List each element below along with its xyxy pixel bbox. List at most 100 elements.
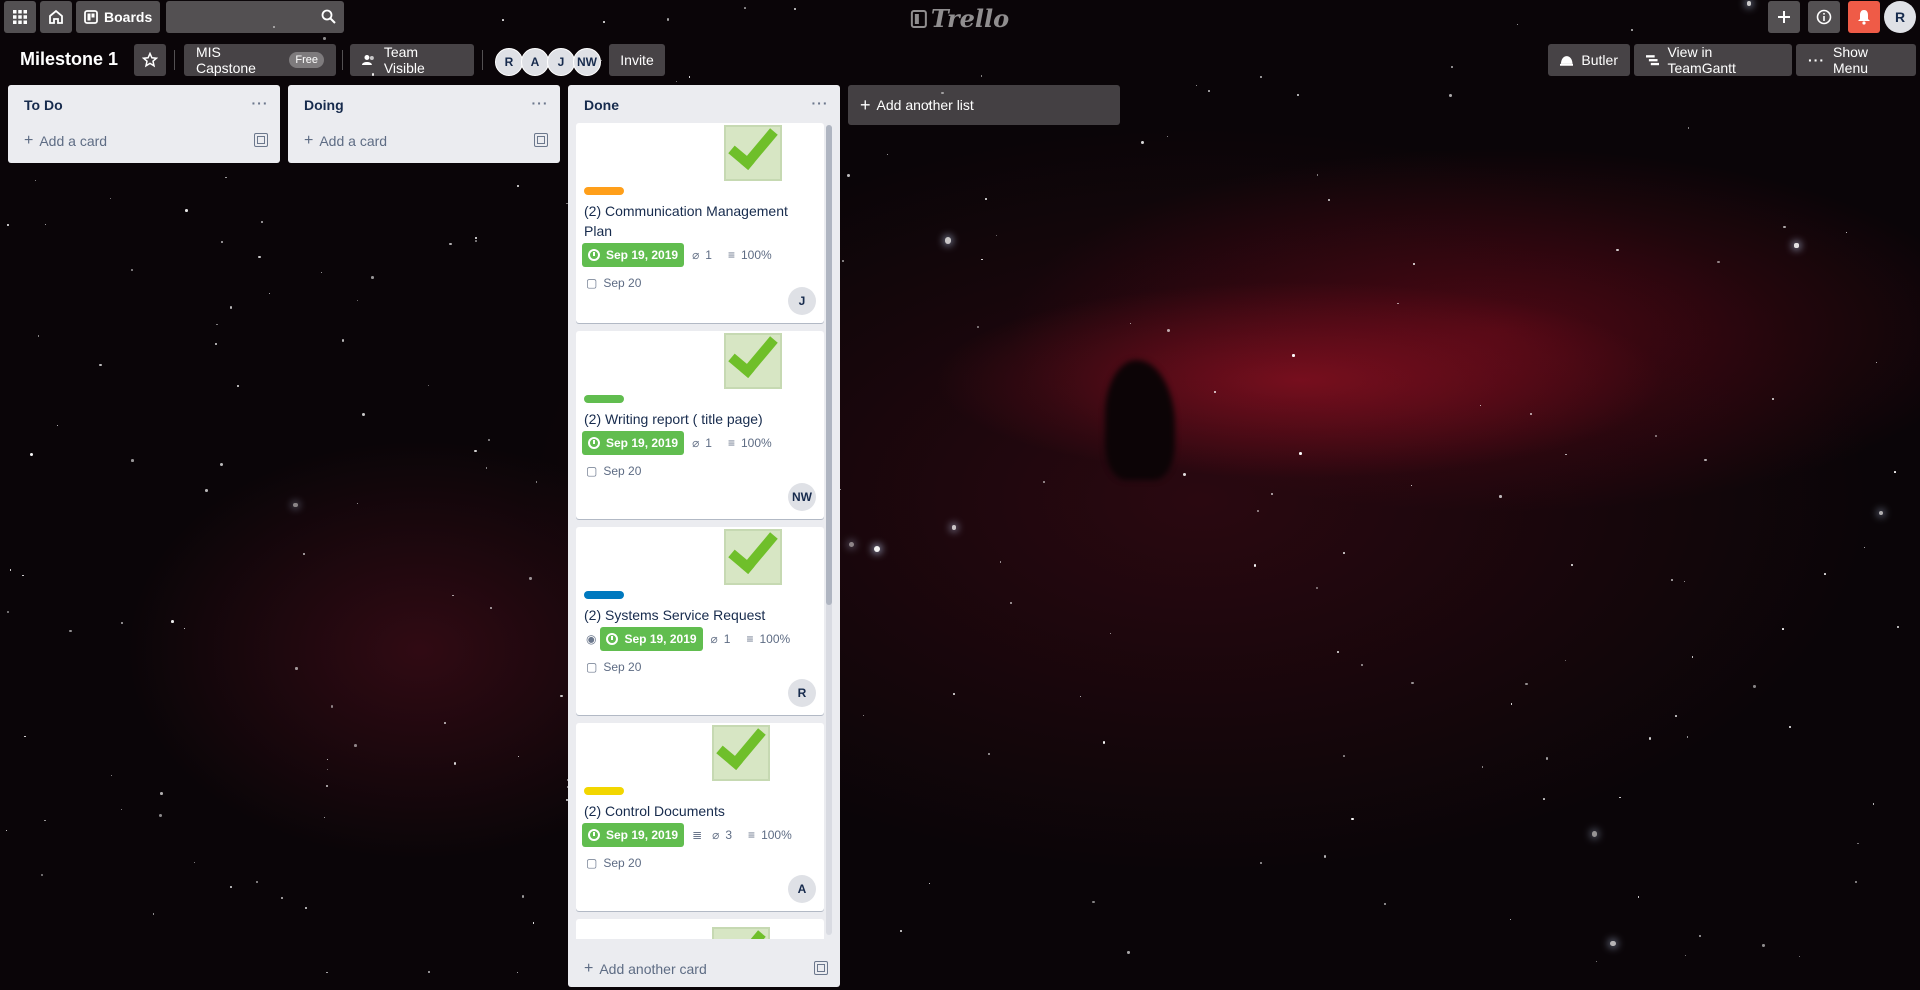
list-menu-icon[interactable]: ··· bbox=[248, 91, 272, 115]
attachments-badge: ⌀ 1 bbox=[692, 243, 712, 267]
star bbox=[1361, 664, 1363, 666]
star bbox=[1499, 495, 1502, 498]
star bbox=[848, 541, 855, 548]
star bbox=[1410, 681, 1414, 685]
search-input[interactable] bbox=[166, 0, 345, 33]
trello-logo-icon bbox=[910, 9, 927, 28]
card[interactable]: (2) Communication Management Plan Sep 19… bbox=[576, 123, 824, 323]
card-label[interactable] bbox=[584, 187, 624, 195]
card-template-icon[interactable] bbox=[814, 961, 828, 975]
gantt-icon bbox=[1646, 55, 1660, 66]
card-member-avatar[interactable]: A bbox=[788, 875, 816, 903]
card[interactable]: (2) Writing report ( title page) Sep 19,… bbox=[576, 331, 824, 519]
apps-grid-icon[interactable] bbox=[4, 0, 36, 33]
info-button[interactable] bbox=[1808, 0, 1840, 33]
due-date-badge[interactable]: Sep 19, 2019 bbox=[582, 431, 685, 455]
create-button[interactable] bbox=[1768, 0, 1800, 33]
paperclip-icon: ⌀ bbox=[692, 436, 700, 450]
add-list-button[interactable]: + Add another list bbox=[848, 85, 1120, 125]
card[interactable]: (2) Systems Service Request ◉ Sep 19, 20… bbox=[576, 527, 824, 715]
star bbox=[326, 971, 328, 974]
star bbox=[529, 577, 532, 580]
star bbox=[1511, 703, 1513, 705]
star bbox=[427, 384, 430, 387]
card-template-icon[interactable] bbox=[534, 133, 548, 147]
add-card-button[interactable]: + Add a card bbox=[8, 123, 280, 159]
star bbox=[987, 752, 990, 755]
star bbox=[1854, 880, 1858, 884]
clock-icon bbox=[588, 249, 600, 261]
star bbox=[1596, 960, 1598, 963]
card-label[interactable] bbox=[584, 787, 624, 795]
add-list-label: Add another list bbox=[876, 97, 974, 113]
trello-logo[interactable]: Trello bbox=[910, 4, 1009, 33]
card-label[interactable] bbox=[584, 395, 624, 403]
butler-label: Butler bbox=[1581, 52, 1618, 68]
card[interactable] bbox=[576, 919, 824, 939]
butler-button[interactable]: Butler bbox=[1548, 44, 1630, 76]
star bbox=[1292, 354, 1295, 357]
card-member-avatar[interactable]: R bbox=[788, 679, 816, 707]
card[interactable]: (2) Control Documents Sep 19, 2019 ≣ ⌀ 3 … bbox=[576, 723, 824, 911]
team-button[interactable]: MIS Capstone Free bbox=[184, 44, 336, 76]
search-field[interactable] bbox=[166, 0, 345, 33]
list-menu-icon[interactable]: ··· bbox=[528, 91, 552, 115]
teamgantt-label: View in TeamGantt bbox=[1667, 44, 1736, 76]
star bbox=[302, 552, 306, 555]
star bbox=[999, 561, 1002, 563]
user-avatar[interactable]: R bbox=[1884, 0, 1916, 33]
card-member-avatar[interactable]: J bbox=[788, 287, 816, 315]
star bbox=[183, 627, 185, 629]
checklist-badge: ≡ 100% bbox=[746, 627, 790, 651]
teamgantt-button[interactable]: View in TeamGantt bbox=[1634, 44, 1792, 76]
search-icon[interactable] bbox=[321, 9, 336, 27]
description-icon: ≣ bbox=[692, 828, 703, 842]
divider bbox=[482, 50, 483, 70]
notifications-button[interactable] bbox=[1848, 0, 1880, 33]
member-avatar[interactable]: A bbox=[521, 48, 549, 76]
due-date-badge[interactable]: Sep 19, 2019 bbox=[582, 243, 685, 267]
card-label[interactable] bbox=[584, 591, 624, 599]
list-title[interactable]: Doing bbox=[304, 97, 344, 113]
star bbox=[1195, 85, 1197, 87]
list-title[interactable]: To Do bbox=[24, 97, 63, 113]
star bbox=[356, 502, 358, 505]
checklist-progress: 100% bbox=[761, 828, 792, 842]
star bbox=[1342, 755, 1345, 757]
list-scrollbar-thumb[interactable] bbox=[826, 125, 832, 605]
card-template-icon[interactable] bbox=[254, 133, 268, 147]
member-avatar[interactable]: J bbox=[547, 48, 575, 76]
member-avatar[interactable]: R bbox=[495, 48, 523, 76]
due-date-badge[interactable]: Sep 19, 2019 bbox=[582, 823, 685, 847]
paperclip-icon: ⌀ bbox=[712, 828, 720, 842]
list-menu-icon[interactable]: ··· bbox=[808, 91, 832, 115]
card-member-avatar[interactable]: NW bbox=[788, 483, 816, 511]
star-board-button[interactable] bbox=[134, 44, 166, 76]
show-menu-label: Show Menu bbox=[1833, 44, 1869, 76]
star bbox=[454, 762, 457, 765]
star bbox=[205, 489, 208, 493]
list-title[interactable]: Done bbox=[584, 97, 619, 113]
add-card-button[interactable]: + Add another card bbox=[568, 951, 840, 987]
star bbox=[928, 882, 930, 884]
star bbox=[327, 759, 329, 761]
member-avatar[interactable]: NW bbox=[573, 48, 601, 76]
star bbox=[995, 235, 997, 237]
star bbox=[516, 971, 519, 973]
star bbox=[121, 808, 123, 810]
due-date-badge[interactable]: Sep 19, 2019 bbox=[600, 627, 703, 651]
star bbox=[37, 335, 40, 337]
board-title[interactable]: Milestone 1 bbox=[20, 49, 118, 70]
home-button[interactable] bbox=[40, 0, 72, 33]
add-card-button[interactable]: + Add a card bbox=[288, 123, 560, 159]
visibility-button[interactable]: Team Visible bbox=[350, 44, 474, 76]
clock-icon bbox=[588, 437, 600, 449]
show-menu-button[interactable]: ··· Show Menu bbox=[1796, 44, 1916, 76]
invite-button[interactable]: Invite bbox=[609, 44, 665, 76]
checklist-icon: ≡ bbox=[746, 632, 754, 646]
star bbox=[1412, 262, 1415, 266]
star bbox=[1529, 412, 1532, 415]
boards-button[interactable]: Boards bbox=[76, 0, 161, 33]
attachment-count: 1 bbox=[705, 248, 712, 262]
star bbox=[489, 606, 493, 610]
